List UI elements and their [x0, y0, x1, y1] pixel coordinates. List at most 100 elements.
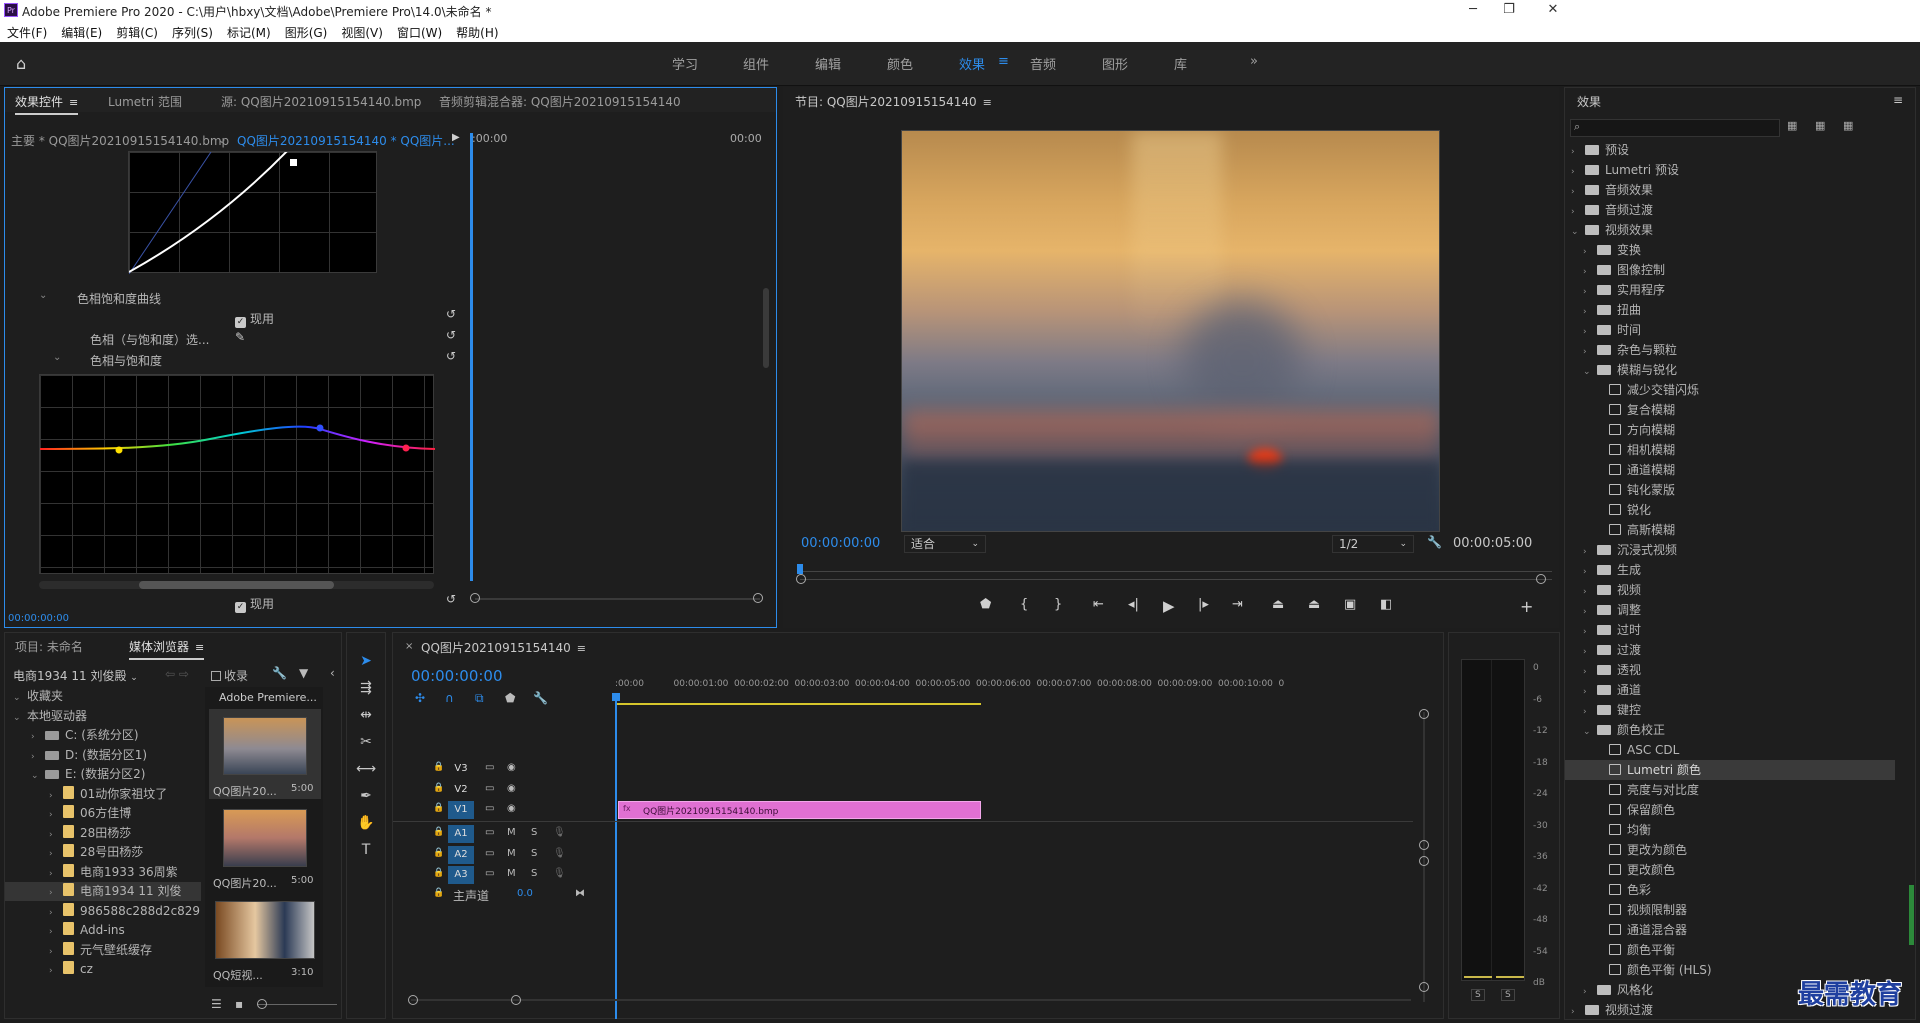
microphone-icon[interactable]: 🎙: [553, 827, 566, 838]
list-view-icon[interactable]: ☰: [211, 997, 222, 1011]
reset-icon[interactable]: ↺: [446, 349, 456, 363]
close-button[interactable]: ✕: [1530, 0, 1576, 22]
maximize-button[interactable]: ❐: [1486, 0, 1532, 22]
extract-icon[interactable]: ⏏: [1308, 597, 1320, 612]
close-tab-icon[interactable]: ×: [405, 641, 413, 652]
chevron-right-icon[interactable]: ›: [1583, 602, 1593, 622]
tree-item[interactable]: ⌄ 本地驱动器: [13, 707, 87, 726]
chevron-down-icon[interactable]: ⌄: [1583, 362, 1593, 382]
mute-button[interactable]: M: [507, 868, 516, 879]
menu-help[interactable]: 帮助(H): [449, 22, 505, 41]
lock-icon[interactable]: 🔒: [433, 848, 444, 858]
track-header[interactable]: 🔒 V2 ▭ ◉: [393, 780, 613, 800]
chevron-right-icon[interactable]: ›: [1583, 702, 1593, 722]
effect-item[interactable]: 颜色平衡 (HLS): [1595, 960, 1712, 980]
workspace-learn[interactable]: 学习: [672, 54, 698, 73]
collapse-arrow-icon[interactable]: ⌄: [39, 290, 47, 301]
workspace-more-icon[interactable]: »: [1250, 54, 1258, 69]
reset-icon[interactable]: ↺: [446, 592, 456, 606]
track-label[interactable]: A1: [448, 825, 474, 843]
chevron-right-icon[interactable]: ›: [1571, 182, 1581, 202]
step-back-icon[interactable]: ◂|: [1128, 597, 1139, 612]
tree-item[interactable]: › 28田杨莎: [49, 824, 131, 843]
zoom-handle-right[interactable]: [753, 593, 763, 603]
effect-item[interactable]: 通道混合器: [1595, 920, 1687, 940]
lock-icon[interactable]: 🔒: [433, 868, 444, 878]
lock-icon[interactable]: 🔒: [433, 762, 444, 772]
video-frame[interactable]: [901, 130, 1440, 532]
linked-selection-icon[interactable]: ⧉: [475, 691, 484, 706]
collapse-panel-icon[interactable]: ‹: [330, 666, 335, 680]
yuv-effects-icon[interactable]: ▦: [1843, 119, 1853, 132]
chevron-right-icon[interactable]: ›: [49, 923, 59, 942]
effect-item[interactable]: 视频限制器: [1595, 900, 1687, 920]
chevron-down-icon[interactable]: ⌄: [13, 709, 23, 728]
effect-folder[interactable]: › 时间: [1583, 320, 1641, 340]
fit-dropdown[interactable]: 适合 ⌄: [904, 535, 986, 553]
menu-marker[interactable]: 标记(M): [220, 22, 278, 41]
mark-out-icon[interactable]: }: [1054, 597, 1062, 612]
effect-item[interactable]: 钝化蒙版: [1595, 480, 1675, 500]
go-to-out-icon[interactable]: ⇥: [1232, 597, 1243, 612]
effect-item[interactable]: 均衡: [1595, 820, 1651, 840]
thumbnail-3[interactable]: [215, 901, 315, 959]
tree-item[interactable]: ⌄ E: (数据分区2): [31, 765, 145, 784]
workspace-graphics[interactable]: 图形: [1102, 54, 1128, 73]
effect-item[interactable]: 高斯模糊: [1595, 520, 1675, 540]
solo-button[interactable]: S: [531, 868, 537, 879]
chevron-right-icon[interactable]: ›: [1583, 982, 1593, 1002]
effect-folder[interactable]: › 过时: [1583, 620, 1641, 640]
tree-item[interactable]: › 28号田杨莎: [49, 843, 143, 862]
effect-folder[interactable]: › 通道: [1583, 680, 1641, 700]
chevron-right-icon[interactable]: ›: [1583, 322, 1593, 342]
chevron-right-icon[interactable]: ›: [1583, 302, 1593, 322]
v-zoom-handle[interactable]: [1419, 982, 1429, 992]
lock-icon[interactable]: 🔒: [433, 783, 444, 793]
workspace-assembly[interactable]: 组件: [743, 54, 769, 73]
chevron-right-icon[interactable]: ›: [49, 845, 59, 864]
timeline-ruler[interactable]: :00:00 00:00:01:00 00:00:02:00 00:00:03:00 0…: [615, 677, 1415, 703]
chevron-right-icon[interactable]: ›: [1583, 342, 1593, 362]
hue-sat-curve[interactable]: [40, 375, 435, 575]
back-forward-icon[interactable]: ⇦ ⇨: [165, 667, 189, 681]
tree-item[interactable]: › 986588c288d2c829: [49, 902, 200, 921]
chevron-right-icon[interactable]: ›: [1583, 262, 1593, 282]
track-label[interactable]: A2: [448, 845, 474, 864]
effect-folder[interactable]: › 过渡: [1583, 640, 1641, 660]
v-zoom-handle[interactable]: [1419, 840, 1429, 850]
eye-icon[interactable]: ◉: [507, 762, 516, 773]
zoom-handle-left[interactable]: [796, 574, 806, 584]
sync-lock-icon[interactable]: ▭: [485, 848, 494, 859]
master-track-header[interactable]: 🔒 主声道 0.0 ⧓: [393, 885, 613, 905]
eyedropper-icon[interactable]: ✎: [235, 330, 245, 344]
eye-icon[interactable]: ◉: [507, 783, 516, 794]
workspace-libraries[interactable]: 库: [1174, 54, 1187, 73]
chevron-right-icon[interactable]: ›: [1583, 242, 1593, 262]
effect-folder[interactable]: ⌄ 颜色校正: [1583, 720, 1665, 740]
menu-sequence[interactable]: 序列(S): [165, 22, 220, 41]
v1-clip[interactable]: fx QQ图片20210915154140.bmp: [618, 801, 981, 819]
chevron-right-icon[interactable]: ›: [49, 806, 59, 825]
play-icon[interactable]: ▶: [1163, 597, 1175, 615]
chevron-right-icon[interactable]: ›: [1583, 662, 1593, 682]
effect-item[interactable]: 复合模糊: [1595, 400, 1675, 420]
effect-item[interactable]: 减少交错闪烁: [1595, 380, 1699, 400]
effect-item[interactable]: 相机模糊: [1595, 440, 1675, 460]
tab-project[interactable]: 项目: 未命名: [15, 638, 83, 655]
lock-icon[interactable]: 🔒: [433, 827, 444, 837]
effect-folder[interactable]: › 实用程序: [1583, 280, 1665, 300]
program-timecode[interactable]: 00:00:00:00: [801, 536, 880, 551]
tree-item[interactable]: › 元气壁纸缓存: [49, 941, 152, 960]
effect-folder[interactable]: › 视频: [1583, 580, 1641, 600]
slip-tool-icon[interactable]: ⟷: [356, 759, 376, 779]
effect-folder[interactable]: › 风格化: [1583, 980, 1653, 1000]
effect-folder[interactable]: › 生成: [1583, 560, 1641, 580]
ec-timecode[interactable]: 00:00:00:00: [8, 613, 69, 624]
icon-view-icon[interactable]: ▪: [235, 997, 243, 1011]
ripple-edit-tool-icon[interactable]: ⇹: [356, 705, 376, 725]
chevron-right-icon[interactable]: ›: [1571, 162, 1581, 182]
reset-icon[interactable]: ↺: [446, 328, 456, 342]
menu-graphics[interactable]: 图形(G): [278, 22, 335, 41]
v-zoom-handle[interactable]: [1419, 856, 1429, 866]
sync-lock-icon[interactable]: ▭: [485, 803, 494, 814]
